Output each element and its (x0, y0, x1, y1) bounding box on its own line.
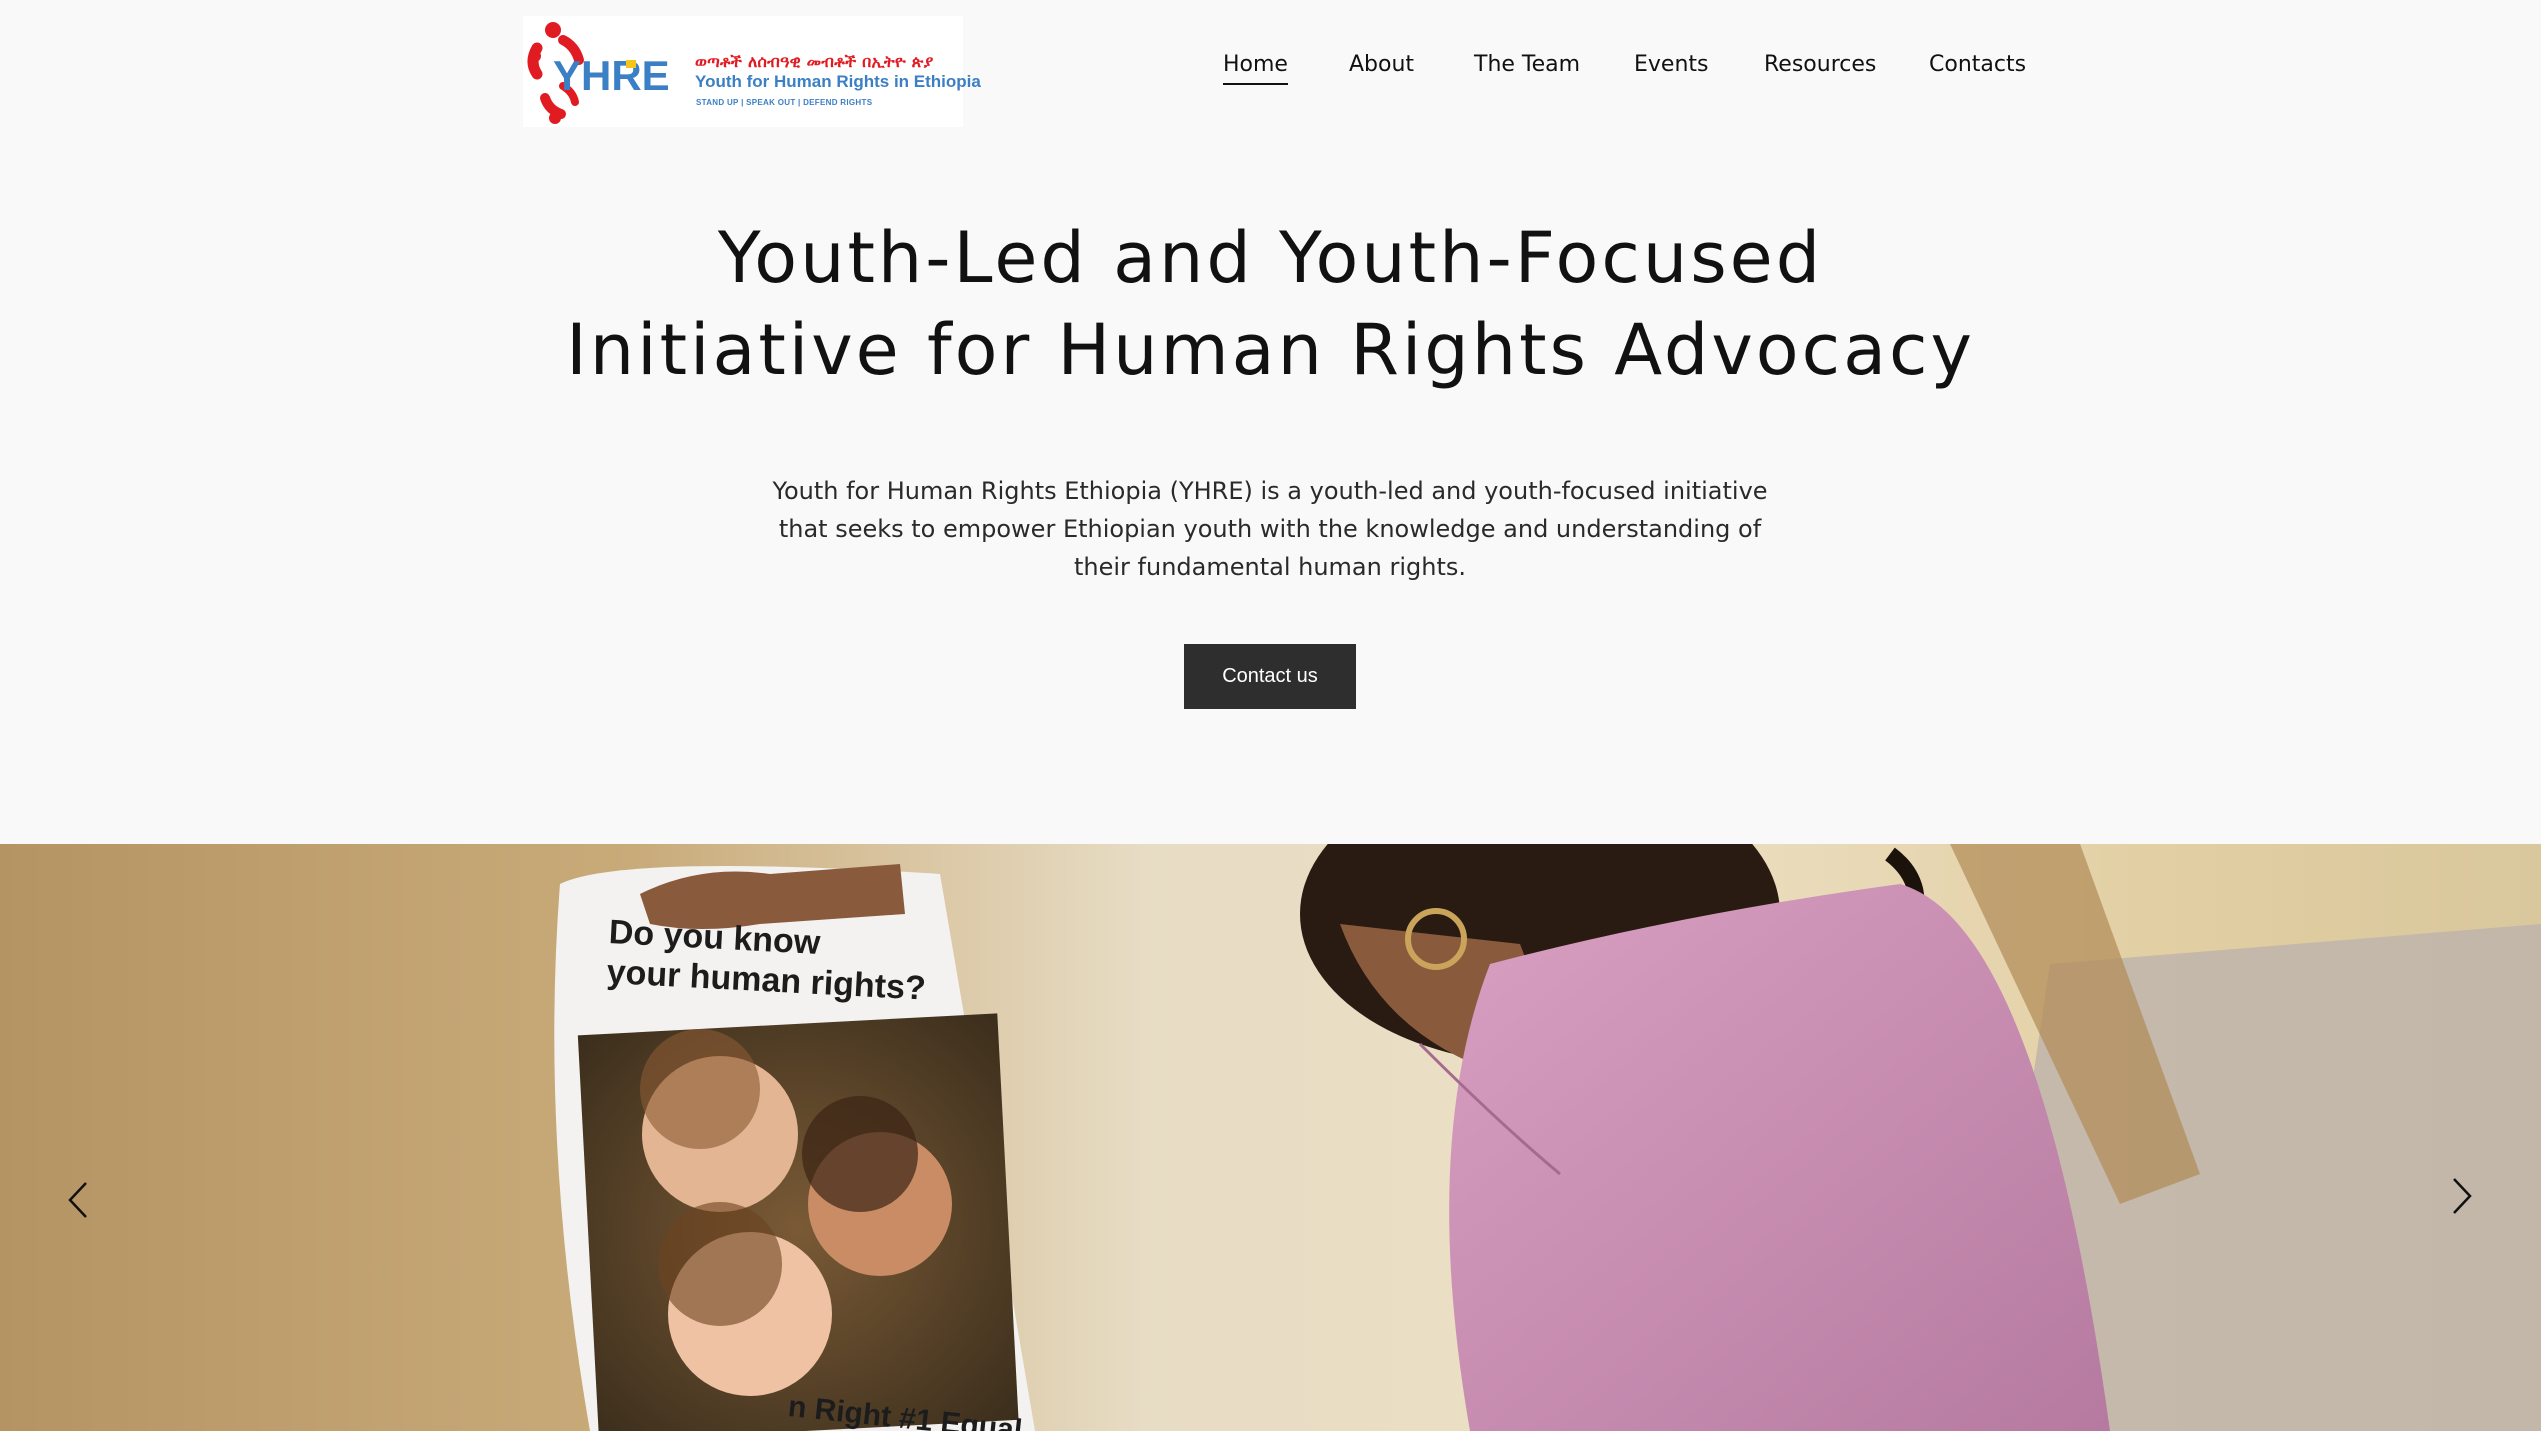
logo-amharic-text: ወጣቶች ለሰብዓዊ መብቶች በኢትዮ ጵያ (695, 52, 934, 71)
nav-home[interactable]: Home (1223, 52, 1288, 85)
hero-description: Youth for Human Rights Ethiopia (YHRE) i… (772, 477, 1768, 581)
logo-english-text: Youth for Human Rights in Ethiopia (695, 72, 981, 91)
nav-resources[interactable]: Resources (1764, 52, 1876, 83)
hero-title-line-2: Initiative for Human Rights Advocacy (566, 309, 1975, 391)
site-header: YHRE ወጣቶች ለሰብዓዊ መብቶች በኢትዮ ጵያ Youth for H… (0, 0, 2541, 140)
nav-the-team[interactable]: The Team (1474, 52, 1580, 83)
slide-photo (0, 844, 2541, 1431)
slideshow-next-button[interactable] (2432, 1166, 2492, 1226)
poster-headline: Do you know your human rights? (606, 912, 929, 1009)
chevron-right-icon (2453, 1178, 2472, 1214)
slideshow-prev-button[interactable] (48, 1170, 108, 1230)
nav-events[interactable]: Events (1634, 52, 1709, 83)
nav-about[interactable]: About (1349, 52, 1414, 83)
nav-contacts[interactable]: Contacts (1929, 52, 2026, 83)
contact-us-button[interactable]: Contact us (1184, 644, 1356, 709)
logo-mark-text: YHRE (553, 52, 670, 99)
chevron-left-icon (68, 1182, 87, 1218)
logo-tagline: STAND UP | SPEAK OUT | DEFEND RIGHTS (696, 98, 873, 107)
site-logo[interactable]: YHRE ወጣቶች ለሰብዓዊ መብቶች በኢትዮ ጵያ Youth for H… (523, 16, 981, 127)
hero-slideshow: Do you know your human rights? n Right #… (0, 844, 2541, 1431)
hero-title: Youth-Led and Youth-Focused Initiative f… (400, 212, 2141, 396)
hero-title-line-1: Youth-Led and Youth-Focused (717, 217, 1824, 299)
